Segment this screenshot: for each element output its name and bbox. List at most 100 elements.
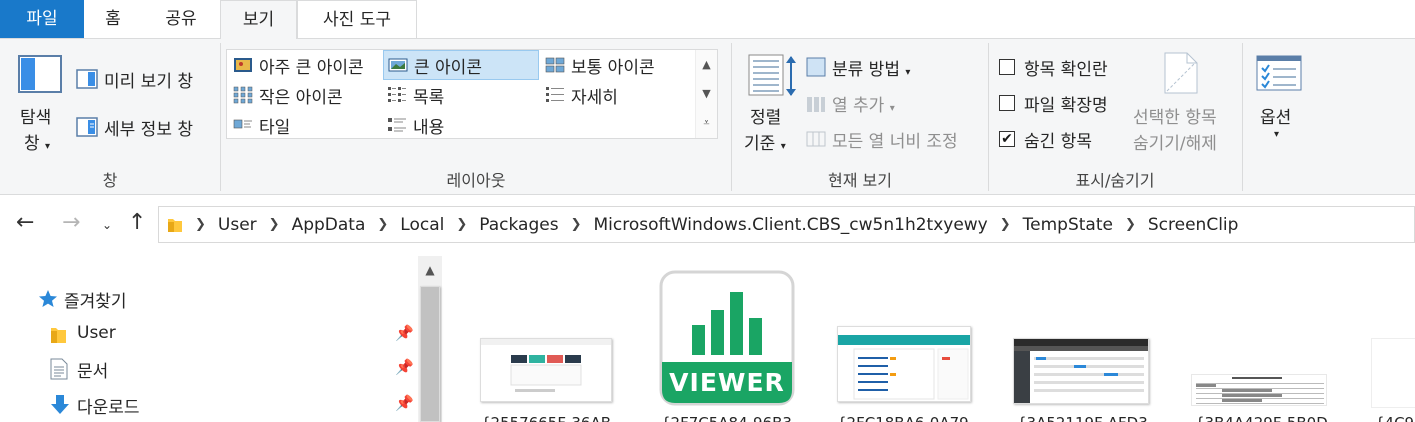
hidden-items-label: 숨긴 항목 <box>1024 132 1092 152</box>
breadcrumb-tempstate[interactable]: TempState <box>1023 215 1113 235</box>
screenshot-preview-icon <box>1014 339 1148 403</box>
breadcrumb-separator-icon[interactable]: ❯ <box>269 217 280 232</box>
nav-documents-label: 문서 <box>77 362 109 382</box>
layout-medium-icons[interactable]: 보통 아이콘 <box>541 50 691 80</box>
group-by-button[interactable]: 분류 방법 ▾ <box>804 53 984 81</box>
up-arrow-icon[interactable]: ↑ <box>128 210 146 235</box>
breadcrumb-separator-icon[interactable]: ❯ <box>195 217 206 232</box>
add-columns-label: 열 추가 ▾ <box>832 96 895 116</box>
breadcrumb-separator-icon[interactable]: ❯ <box>1000 217 1011 232</box>
layout-small-icons[interactable]: 작은 아이콘 <box>229 80 379 110</box>
breadcrumb-appdata[interactable]: AppData <box>292 215 366 235</box>
recent-locations-icon[interactable]: ⌄ <box>102 218 112 232</box>
file-item[interactable]: {2557665F-36AB <box>475 336 615 422</box>
preview-pane-button[interactable]: 미리 보기 창 <box>74 65 214 93</box>
gallery-expand-icon[interactable]: ⩡ <box>696 108 717 137</box>
nav-item-downloads[interactable]: 다운로드 <box>50 392 420 418</box>
layout-large-icons[interactable]: 큰 아이콘 <box>383 50 539 80</box>
breadcrumb-package-folder[interactable]: MicrosoftWindows.Client.CBS_cw5n1h2txyew… <box>593 215 987 235</box>
nav-item-documents[interactable]: 문서 <box>50 356 420 382</box>
hidden-items-toggle[interactable]: ✔ 숨긴 항목 <box>999 127 1134 153</box>
tab-share[interactable]: 공유 <box>142 0 220 38</box>
tab-photo-tools[interactable]: 사진 도구 <box>297 0 417 38</box>
breadcrumb-separator-icon[interactable]: ❯ <box>571 217 582 232</box>
layout-details[interactable]: 자세히 <box>541 80 691 110</box>
tab-view[interactable]: 보기 <box>220 0 297 39</box>
file-extensions-checkbox[interactable] <box>999 95 1015 111</box>
layout-list[interactable]: 목록 <box>383 80 533 110</box>
item-check-boxes-label: 항목 확인란 <box>1024 60 1108 80</box>
pin-icon[interactable]: 📌 <box>395 324 414 342</box>
size-all-columns-label: 모든 열 너비 조정 <box>832 132 958 152</box>
navigation-bar: ← → ⌄ ↑ ❯ User ❯ AppData ❯ Local ❯ Packa… <box>0 196 1415 256</box>
details-pane-label: 세부 정보 창 <box>104 120 194 140</box>
layout-gallery-scroller: ▲ ▼ ⩡ <box>695 50 717 138</box>
item-check-boxes-checkbox[interactable] <box>999 59 1015 75</box>
size-all-columns-button[interactable]: 모든 열 너비 조정 <box>804 125 988 153</box>
extra-large-icons-icon <box>234 58 252 72</box>
sort-by-button[interactable]: 정렬 기준 ▾ <box>738 49 798 159</box>
sort-by-icon <box>748 54 796 96</box>
breadcrumb-separator-icon[interactable]: ❯ <box>1125 217 1136 232</box>
file-name-extensions-toggle[interactable]: 파일 확장명 <box>999 91 1134 117</box>
file-item[interactable]: {4C97 <box>1369 336 1415 422</box>
nav-item-user[interactable]: User <box>50 322 420 348</box>
breadcrumb-packages[interactable]: Packages <box>479 215 558 235</box>
preview-pane-icon <box>76 69 98 89</box>
layout-tiles[interactable]: 타일 <box>229 110 379 140</box>
file-thumbnail <box>1191 374 1327 406</box>
hidden-items-checkbox[interactable]: ✔ <box>999 131 1015 147</box>
options-icon <box>1256 55 1302 91</box>
navigation-pane-button[interactable]: 탐색 창 ▾ <box>10 49 70 159</box>
layout-content[interactable]: 내용 <box>383 110 533 140</box>
scrollbar-thumb[interactable] <box>420 286 440 422</box>
breadcrumb-separator-icon[interactable]: ❯ <box>456 217 467 232</box>
details-view-icon <box>546 87 564 102</box>
add-columns-button[interactable]: 열 추가 ▾ <box>804 89 984 117</box>
group-current-view: 정렬 기준 ▾ 분류 방법 ▾ 열 추가 ▾ 모든 열 너비 조정 현재 보기 <box>732 39 988 195</box>
nav-item-favorites[interactable]: 즐겨찾기 <box>38 286 238 312</box>
tab-home[interactable]: 홈 <box>84 0 142 38</box>
breadcrumb-screenclip[interactable]: ScreenClip <box>1148 215 1239 235</box>
gallery-scroll-up-icon[interactable]: ▲ <box>696 50 717 79</box>
file-item[interactable]: {3A52119F-AFD3 <box>1011 336 1151 422</box>
star-icon <box>39 290 57 307</box>
breadcrumb-local[interactable]: Local <box>400 215 444 235</box>
details-pane-icon <box>76 117 98 137</box>
hide-selected-items-button[interactable]: 선택한 항목 숨기기/해제 <box>1131 49 1237 159</box>
gallery-scroll-down-icon[interactable]: ▼ <box>696 79 717 108</box>
pin-icon[interactable]: 📌 <box>395 358 414 376</box>
breadcrumb-separator-icon[interactable]: ❯ <box>377 217 388 232</box>
group-divider <box>1242 43 1243 191</box>
address-bar[interactable]: ❯ User ❯ AppData ❯ Local ❯ Packages ❯ Mi… <box>158 206 1415 243</box>
file-name: {3A52119F-AFD3 <box>1017 414 1148 422</box>
hide-selected-label-1: 선택한 항목 <box>1133 108 1217 128</box>
file-item[interactable]: {2FC18BA6-0A79 <box>835 324 975 422</box>
file-item[interactable]: VIEWER {2F7C5A84-96B3 <box>655 270 795 422</box>
documents-icon <box>50 358 68 380</box>
scroll-up-icon[interactable]: ▲ <box>418 256 442 284</box>
nav-downloads-label: 다운로드 <box>77 398 140 418</box>
tab-file[interactable]: 파일 <box>0 0 84 38</box>
item-check-boxes-toggle[interactable]: 항목 확인란 <box>999 55 1134 81</box>
pin-icon[interactable]: 📌 <box>395 394 414 412</box>
medium-icons-icon <box>545 57 565 73</box>
breadcrumb-user[interactable]: User <box>218 215 257 235</box>
nav-scrollbar[interactable]: ▲ <box>418 256 442 422</box>
file-name: {2FC18BA6-0A79 <box>837 414 969 422</box>
small-icons-icon <box>233 86 253 104</box>
navigation-pane: 즐겨찾기 User 📌 문서 📌 다운로드 📌 ▲ <box>0 256 445 422</box>
back-arrow-icon[interactable]: ← <box>16 210 34 235</box>
ribbon-tab-bar: 파일 홈 공유 보기 사진 도구 <box>0 0 1415 39</box>
forward-arrow-icon[interactable]: → <box>62 210 80 235</box>
ribbon: 탐색 창 ▾ 미리 보기 창 세부 정보 창 창 레이아웃 아주 큰 아이콘 큰… <box>0 38 1415 195</box>
file-name: {3B4A429F-5B0D <box>1195 414 1328 422</box>
layout-extra-large-icons[interactable]: 아주 큰 아이콘 <box>229 50 379 80</box>
hide-selected-label-2: 숨기기/해제 <box>1133 134 1217 154</box>
file-item[interactable]: {3B4A429F-5B0D <box>1189 366 1329 422</box>
options-button[interactable]: 옵션 ▾ <box>1250 49 1310 159</box>
size-columns-icon <box>806 131 826 147</box>
group-label-layout: 레이아웃 <box>446 171 506 190</box>
group-label-panes: 창 <box>102 171 118 190</box>
details-pane-button[interactable]: 세부 정보 창 <box>74 113 214 141</box>
